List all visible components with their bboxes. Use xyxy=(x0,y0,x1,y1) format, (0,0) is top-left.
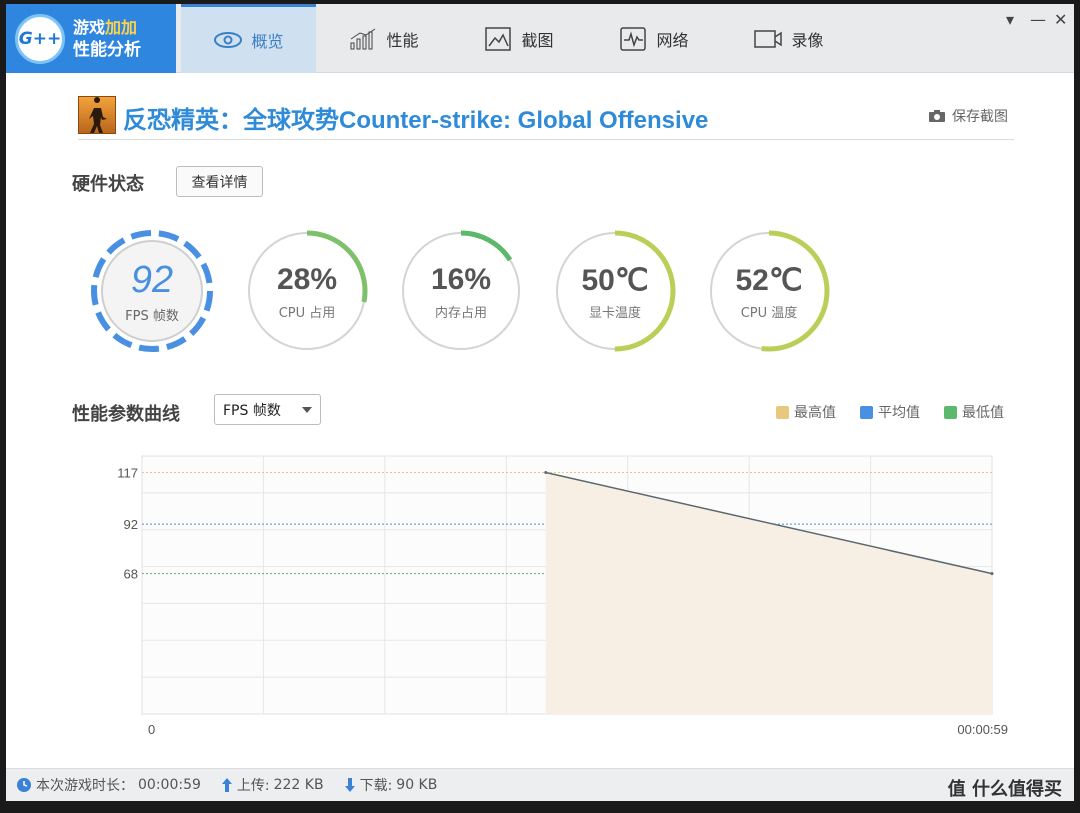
tab-record-label: 录像 xyxy=(791,30,824,50)
legend-max: 最高值 xyxy=(776,402,836,422)
legend-min-swatch xyxy=(944,405,957,419)
camera-icon xyxy=(929,110,945,122)
top-bar: G++ 游戏加加 性能分析 概览 性能 截图 网络 录像 ▾ — ✕ xyxy=(6,4,1074,73)
memory-usage-gauge: 16% 内存占用 xyxy=(399,229,523,353)
metric-select-value: FPS 帧数 xyxy=(223,402,281,419)
upload-value: 222 KB xyxy=(273,777,324,793)
logo-text: 游戏加加 性能分析 xyxy=(73,17,141,61)
chart-reference-label: 92 xyxy=(124,517,138,532)
app-window: G++ 游戏加加 性能分析 概览 性能 截图 网络 录像 ▾ — ✕ 反恐精英：… xyxy=(6,4,1074,801)
tab-performance-label: 性能 xyxy=(386,30,419,50)
chart-data-point xyxy=(990,572,994,576)
cpu-temp-value: 52℃ xyxy=(735,264,803,297)
cpu-usage-label: CPU 占用 xyxy=(278,306,336,321)
watermark: 值 什么值得买 xyxy=(947,779,1062,800)
cpu-temp-gauge: 52℃ CPU 温度 xyxy=(707,229,831,353)
tab-network[interactable]: 网络 xyxy=(586,4,721,73)
logo-subtitle: 性能分析 xyxy=(73,39,141,60)
upload-label: 上传: xyxy=(236,778,270,794)
logo-badge-icon: G++ xyxy=(15,13,65,64)
close-icon[interactable]: ✕ xyxy=(1054,10,1067,29)
bar-chart-icon xyxy=(350,28,376,49)
legend-min: 最低值 xyxy=(944,402,1004,422)
arrow-down-icon xyxy=(344,778,355,792)
memory-usage-value: 16% xyxy=(430,263,492,296)
download-stat: 下载: 90 KB xyxy=(344,775,438,795)
download-value: 90 KB xyxy=(396,777,438,793)
gpu-temp-value: 50℃ xyxy=(581,264,649,297)
metric-select[interactable]: FPS 帧数 xyxy=(214,394,321,425)
fps-label: FPS 帧数 xyxy=(125,309,179,324)
tab-overview-label: 概览 xyxy=(251,32,284,51)
app-logo: G++ 游戏加加 性能分析 xyxy=(6,4,176,73)
clock-icon xyxy=(17,778,31,792)
game-duration-value: 00:00:59 xyxy=(138,777,201,793)
logo-text-b: 加加 xyxy=(105,17,138,37)
fps-gauge: 92 FPS 帧数 xyxy=(90,229,214,353)
cpu-temp-label: CPU 温度 xyxy=(740,306,798,321)
hardware-status-title: 硬件状态 xyxy=(72,174,144,195)
game-duration: 本次游戏时长： 00:00:59 xyxy=(16,775,201,795)
game-icon xyxy=(78,96,116,134)
cpu-usage-gauge: 28% CPU 占用 xyxy=(245,229,369,353)
video-camera-icon xyxy=(754,29,783,48)
chart-reference-label: 68 xyxy=(124,567,138,582)
game-title-row: 反恐精英：全球攻势Counter-strike: Global Offensiv… xyxy=(78,96,1014,140)
legend-min-label: 最低值 xyxy=(962,405,1004,421)
tab-performance[interactable]: 性能 xyxy=(316,4,451,73)
gpu-temp-label: 显卡温度 xyxy=(588,306,641,321)
arrow-up-icon xyxy=(221,778,232,792)
status-bar: 本次游戏时长： 00:00:59 上传: 222 KB 下载: 90 KB 值 什么值… xyxy=(6,768,1074,801)
cpu-usage-value: 28% xyxy=(276,263,338,296)
legend-avg-label: 平均值 xyxy=(878,405,920,421)
chevron-down-icon xyxy=(302,407,312,413)
download-label: 下载: xyxy=(359,778,393,794)
logo-text-a: 游戏 xyxy=(73,17,106,37)
game-title: 反恐精英：全球攻势Counter-strike: Global Offensiv… xyxy=(123,107,709,134)
legend-avg: 平均值 xyxy=(860,402,920,422)
save-screenshot-button[interactable]: 保存截图 xyxy=(928,106,1008,126)
fps-value: 92 xyxy=(130,259,174,301)
eye-icon xyxy=(214,32,243,48)
tab-network-label: 网络 xyxy=(656,30,689,50)
view-details-button[interactable]: 查看详情 xyxy=(176,166,263,197)
pulse-icon xyxy=(620,26,647,51)
image-icon xyxy=(485,26,512,51)
tab-screenshot-label: 截图 xyxy=(521,30,554,50)
legend-max-label: 最高值 xyxy=(794,405,836,421)
chart-data-point xyxy=(544,471,548,475)
fps-chart: 117 92 68 0 00:00:59 xyxy=(117,455,1008,737)
chart-x-tick-start: 0 xyxy=(148,722,155,737)
chart-reference-label: 117 xyxy=(117,466,138,481)
upload-stat: 上传: 222 KB xyxy=(221,775,324,795)
menu-dropdown-icon[interactable]: ▾ xyxy=(1006,10,1014,29)
tab-overview[interactable]: 概览 xyxy=(181,4,316,73)
minimize-icon[interactable]: — xyxy=(1030,10,1046,29)
gpu-temp-gauge: 50℃ 显卡温度 xyxy=(553,229,677,353)
tab-screenshot[interactable]: 截图 xyxy=(451,4,586,73)
legend-avg-swatch xyxy=(860,405,873,419)
main-tabs: 概览 性能 截图 网络 录像 xyxy=(181,4,856,73)
performance-curve-title: 性能参数曲线 xyxy=(72,404,180,425)
tab-record[interactable]: 录像 xyxy=(721,4,856,73)
legend-max-swatch xyxy=(776,405,789,419)
chart-x-tick-end: 00:00:59 xyxy=(957,722,1008,737)
memory-usage-label: 内存占用 xyxy=(434,306,487,321)
game-duration-label: 本次游戏时长： xyxy=(36,778,134,794)
save-screenshot-label: 保存截图 xyxy=(952,109,1008,125)
